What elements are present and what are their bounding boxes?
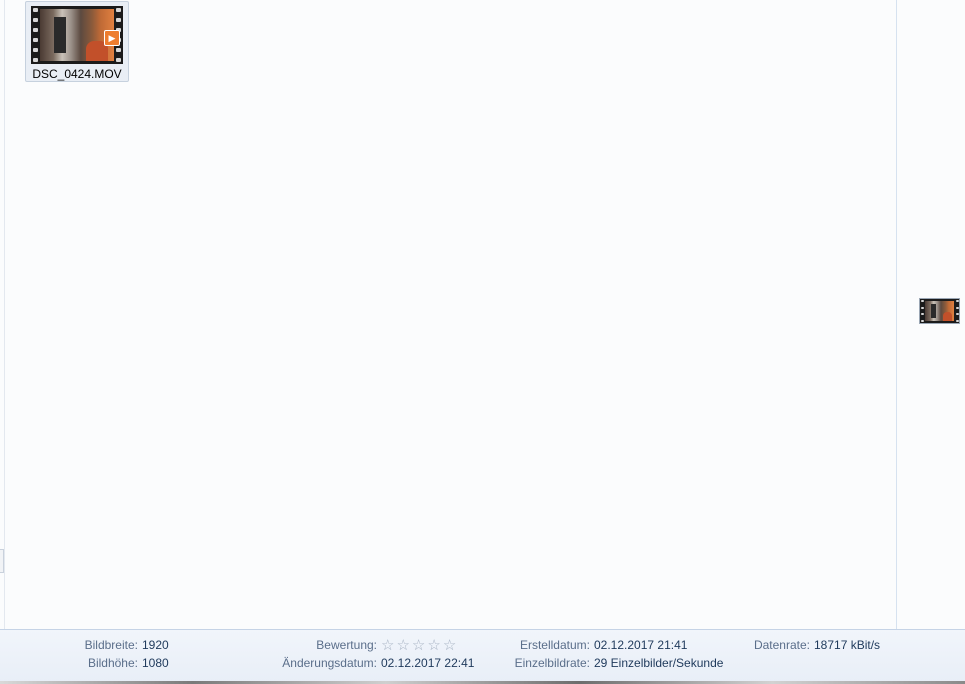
- video-preview-thumbnail-icon: [919, 298, 960, 324]
- framerate-label: Einzelbildrate:: [514, 656, 590, 670]
- preview-pane: [896, 0, 965, 629]
- play-icon: ▶: [104, 30, 120, 46]
- file-name-label: DSC_0424.MOV: [32, 67, 122, 81]
- datarate-label: Datenrate:: [753, 638, 810, 652]
- framerate-value: 29 Einzelbilder/Sekunde: [594, 656, 724, 670]
- details-pane: Bildbreite: 1920 Bildhöhe: 1080 Bewertung:…: [0, 629, 965, 684]
- video-file-thumbnail-icon: ▶: [31, 6, 123, 64]
- file-list-area[interactable]: ▶ DSC_0424.MOV: [4, 0, 897, 629]
- property-framerate: Einzelbildrate: 29 Einzelbilder/Sekunde: [0, 656, 724, 670]
- property-datarate: Datenrate: 18717 kBit/s: [0, 638, 880, 652]
- file-item-video[interactable]: ▶ DSC_0424.MOV: [25, 1, 129, 82]
- datarate-value: 18717 kBit/s: [814, 638, 881, 652]
